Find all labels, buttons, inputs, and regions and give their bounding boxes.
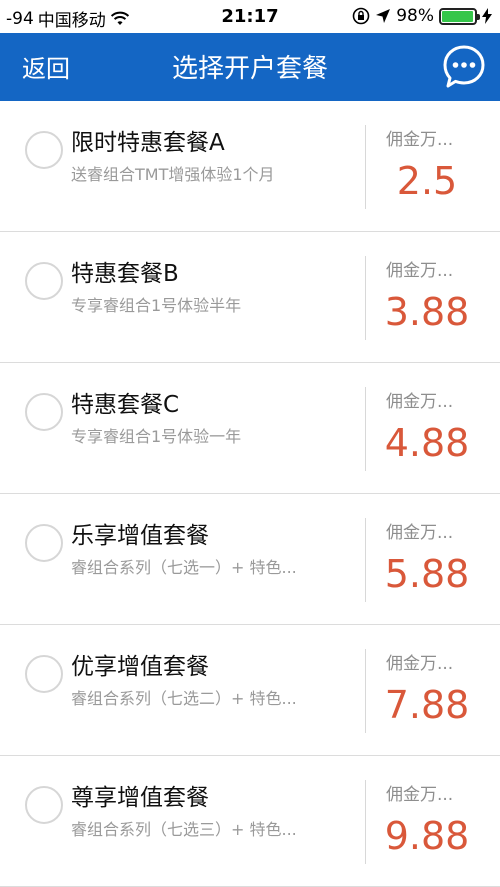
navigation-bar: 返回 选择开户套餐 [0, 33, 500, 101]
commission-rate: 5.88 [384, 552, 470, 596]
package-title: 优享增值套餐 [71, 654, 209, 680]
page-title: 选择开户套餐 [171, 54, 328, 84]
commission-label: 佣金万... [386, 654, 454, 674]
package-item[interactable]: 限时特惠套餐A 送睿组合TMT增强体验1个月 佣金万... 2.5 [0, 101, 500, 232]
battery-percent: 98% [396, 6, 434, 26]
commission-label: 佣金万... [386, 785, 454, 805]
package-title: 特惠套餐C [71, 392, 180, 418]
radio-button[interactable] [25, 393, 63, 431]
radio-button[interactable] [25, 524, 63, 562]
battery-icon [439, 7, 480, 25]
package-description: 睿组合系列（七选一）+ 特色... [71, 558, 297, 577]
package-item[interactable]: 乐享增值套餐 睿组合系列（七选一）+ 特色... 佣金万... 5.88 [0, 494, 500, 625]
radio-button[interactable] [25, 655, 63, 693]
package-item[interactable]: 特惠套餐B 专享睿组合1号体验半年 佣金万... 3.88 [0, 232, 500, 363]
package-title: 乐享增值套餐 [71, 523, 209, 549]
package-description: 专享睿组合1号体验一年 [71, 427, 242, 446]
commission-label: 佣金万... [386, 261, 454, 281]
commission-rate: 4.88 [384, 421, 470, 465]
orientation-lock-icon [352, 7, 370, 25]
package-description: 睿组合系列（七选二）+ 特色... [71, 689, 297, 708]
location-arrow-icon [376, 9, 391, 23]
battery-nub [477, 13, 480, 20]
charging-bolt-icon [482, 8, 492, 24]
package-item[interactable]: 优享增值套餐 睿组合系列（七选二）+ 特色... 佣金万... 7.88 [0, 625, 500, 756]
package-list: 限时特惠套餐A 送睿组合TMT增强体验1个月 佣金万... 2.5 特惠套餐B … [0, 101, 500, 887]
radio-button[interactable] [25, 262, 63, 300]
chat-bubble-icon[interactable] [442, 43, 486, 91]
package-description: 送睿组合TMT增强体验1个月 [71, 165, 275, 184]
radio-button[interactable] [25, 131, 63, 169]
status-bar: -94 中国移动 21:17 98% [0, 0, 500, 33]
commission-label: 佣金万... [386, 523, 454, 543]
package-title: 特惠套餐B [71, 261, 179, 287]
package-description: 睿组合系列（七选三）+ 特色... [71, 820, 297, 839]
package-title: 限时特惠套餐A [71, 130, 225, 156]
package-item[interactable]: 尊享增值套餐 睿组合系列（七选三）+ 特色... 佣金万... 9.88 [0, 756, 500, 887]
package-item[interactable]: 特惠套餐C 专享睿组合1号体验一年 佣金万... 4.88 [0, 363, 500, 494]
package-title: 尊享增值套餐 [71, 785, 209, 811]
commission-rate: 3.88 [384, 290, 470, 334]
commission-label: 佣金万... [386, 130, 454, 150]
commission-rate: 2.5 [396, 159, 458, 203]
battery-level [442, 10, 474, 22]
commission-label: 佣金万... [386, 392, 454, 412]
commission-rate: 7.88 [384, 683, 470, 727]
package-description: 专享睿组合1号体验半年 [71, 296, 242, 315]
commission-rate: 9.88 [384, 814, 470, 858]
status-right: 98% [352, 6, 492, 26]
radio-button[interactable] [25, 786, 63, 824]
